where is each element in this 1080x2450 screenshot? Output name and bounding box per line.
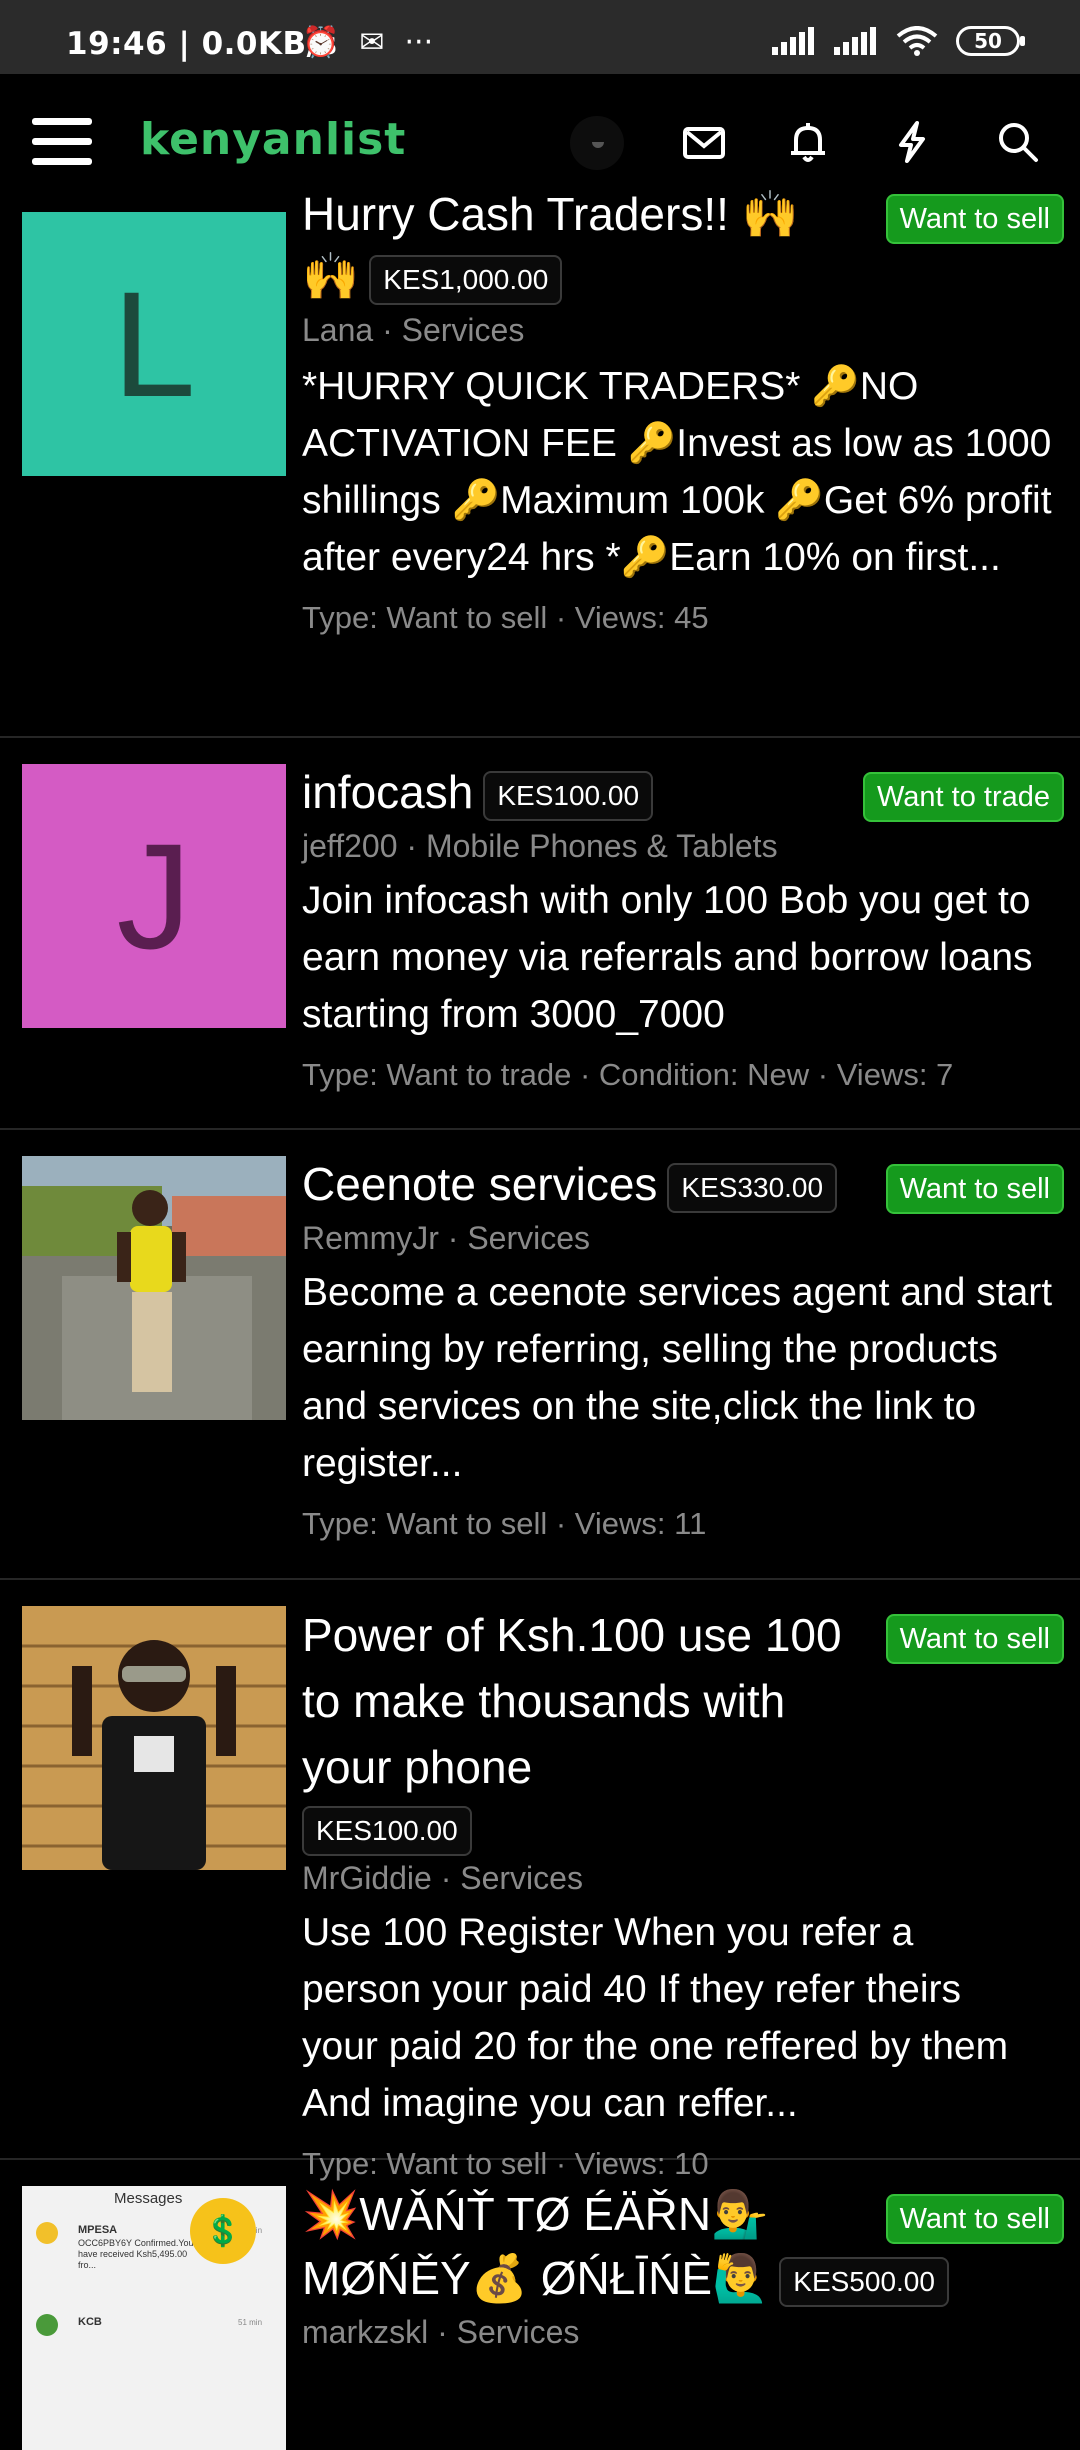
notification-icon: ✉: [359, 25, 385, 60]
listing-content: 💥WǍŃŤ TØ ÉÄŘN💁‍♂️ MØŃĚÝ💰 ØŃŁĪŃÈ🙋‍♂️ KES50…: [302, 2182, 1064, 2354]
listing-stats: Type: Want to sell · Views: 11: [302, 1506, 707, 1541]
listing-title-row[interactable]: Ceenote services KES330.00: [302, 1152, 1064, 1216]
listing-description: Become a ceenote services agent and star…: [302, 1271, 1053, 1485]
listing-item[interactable]: Want to sell Ceenote services KES330.00 R…: [0, 1130, 1080, 1580]
listing-title-line2: MØŃĚÝ💰 ØŃŁĪŃÈ🙋‍♂️: [302, 2252, 770, 2304]
listing-content: Power of Ksh.100 use 100 to make thousan…: [302, 1602, 1042, 2186]
alarm-clock-icon: ⏰: [302, 25, 340, 60]
listing-title[interactable]: Hurry Cash Traders!! 🙌: [302, 182, 1064, 246]
listing-item[interactable]: Messages MPESA OCC6PBY6Y Confirmed.You h…: [0, 2160, 1080, 2450]
status-bar: 19:46 | 0.0KB/s ⏰ ✉ ··· 50: [0, 0, 1080, 74]
listing-price: KES500.00: [779, 2256, 949, 2307]
listing-stats: Type: Want to trade · Condition: New · V…: [302, 1057, 954, 1092]
mail-icon[interactable]: [676, 114, 732, 170]
listing-item[interactable]: J Want to trade infocash KES100.00 jeff20…: [0, 738, 1080, 1130]
lightning-icon[interactable]: [884, 114, 940, 170]
listing-price: KES100.00: [302, 1806, 472, 1856]
listing-title: infocash: [302, 766, 474, 818]
thumbnail-letter: L: [112, 259, 196, 428]
sms-sender: MPESA: [78, 2224, 118, 2236]
search-icon[interactable]: [990, 114, 1046, 170]
status-system-icons: 50: [772, 26, 1025, 56]
wifi-icon: [896, 26, 938, 56]
listing-description: *HURRY QUICK TRADERS* 🔑NO ACTIVATION FEE…: [302, 365, 1052, 579]
photo-person-brick-wall: [22, 1606, 286, 1870]
listing-description: Join infocash with only 100 Bob you get …: [302, 879, 1033, 1036]
sms-avatar-2: [36, 2314, 58, 2336]
listing-title-cont[interactable]: 🙌 KES1,000.00: [302, 244, 1064, 308]
status-notification-icons: ⏰ ✉ ···: [302, 26, 433, 60]
listing-title-row[interactable]: infocash KES100.00: [302, 760, 1064, 824]
listing-thumbnail[interactable]: L: [22, 212, 286, 476]
listing-stats: Type: Want to sell · Views: 45: [302, 600, 709, 635]
listing-price-row: KES100.00: [292, 1806, 1042, 1856]
status-time-speed: 19:46 | 0.0KB/s: [66, 26, 338, 62]
listing-meta: Lana · Services: [302, 312, 525, 348]
listing-description: Use 100 Register When you refer a person…: [302, 1911, 1009, 2125]
listing-content: Hurry Cash Traders!! 🙌 🙌 KES1,000.00 Lana…: [302, 182, 1064, 640]
listing-price: KES100.00: [483, 770, 654, 821]
more-icon: ···: [404, 25, 434, 60]
listing-meta: markzskl · Services: [302, 2314, 580, 2350]
listing-content: infocash KES100.00 jeff200 · Mobile Phone…: [302, 760, 1064, 1097]
listing-price: KES330.00: [667, 1162, 838, 1213]
listing-price: KES1,000.00: [369, 254, 563, 305]
bell-icon[interactable]: [780, 114, 836, 170]
sms-sender-2: KCB: [78, 2316, 102, 2328]
listing-thumbnail[interactable]: J: [22, 764, 286, 1028]
signal-icon-2: [834, 27, 876, 55]
thumbnail-letter: J: [116, 811, 192, 980]
listing-content: Ceenote services KES330.00 RemmyJr · Serv…: [302, 1152, 1064, 1546]
battery-indicator: 50: [956, 26, 1025, 56]
listing-photo[interactable]: [22, 1606, 286, 1870]
listing-title-cont[interactable]: MØŃĚÝ💰 ØŃŁĪŃÈ🙋‍♂️ KES500.00: [302, 2246, 1064, 2310]
listing-meta: MrGiddie · Services: [302, 1860, 583, 1896]
money-face-emoji-icon: 💲: [190, 2198, 256, 2264]
user-avatar[interactable]: [570, 116, 624, 170]
app-logo[interactable]: kenyanlist: [140, 114, 406, 165]
photo-person-outdoors: [22, 1156, 286, 1420]
listing-title[interactable]: 💥WǍŃŤ TØ ÉÄŘN💁‍♂️: [302, 2182, 1064, 2246]
listing-title: Ceenote services: [302, 1158, 658, 1210]
listing-meta: RemmyJr · Services: [302, 1220, 591, 1256]
listing-meta: jeff200 · Mobile Phones & Tablets: [302, 828, 778, 864]
signal-icon: [772, 27, 814, 55]
sms-header: Messages: [114, 2190, 183, 2207]
menu-icon[interactable]: [32, 118, 92, 168]
sms-message: OCC6PBY6Y Confirmed.You have received Ks…: [78, 2238, 194, 2270]
listing-photo[interactable]: [22, 1156, 286, 1420]
listing-title-line2: 🙌: [302, 250, 360, 302]
listing-title[interactable]: Power of Ksh.100 use 100 to make thousan…: [302, 1602, 862, 1800]
sms-screenshot: Messages MPESA OCC6PBY6Y Confirmed.You h…: [22, 2186, 286, 2360]
listing-photo[interactable]: Messages MPESA OCC6PBY6Y Confirmed.You h…: [22, 2186, 286, 2450]
listing-item[interactable]: L Want to sell Hurry Cash Traders!! 🙌 🙌 K…: [0, 188, 1080, 738]
listing-item[interactable]: Want to sell Power of Ksh.100 use 100 to…: [0, 1580, 1080, 2181]
sms-avatar: [36, 2222, 58, 2244]
sms-time-2: 51 min: [238, 2318, 263, 2327]
